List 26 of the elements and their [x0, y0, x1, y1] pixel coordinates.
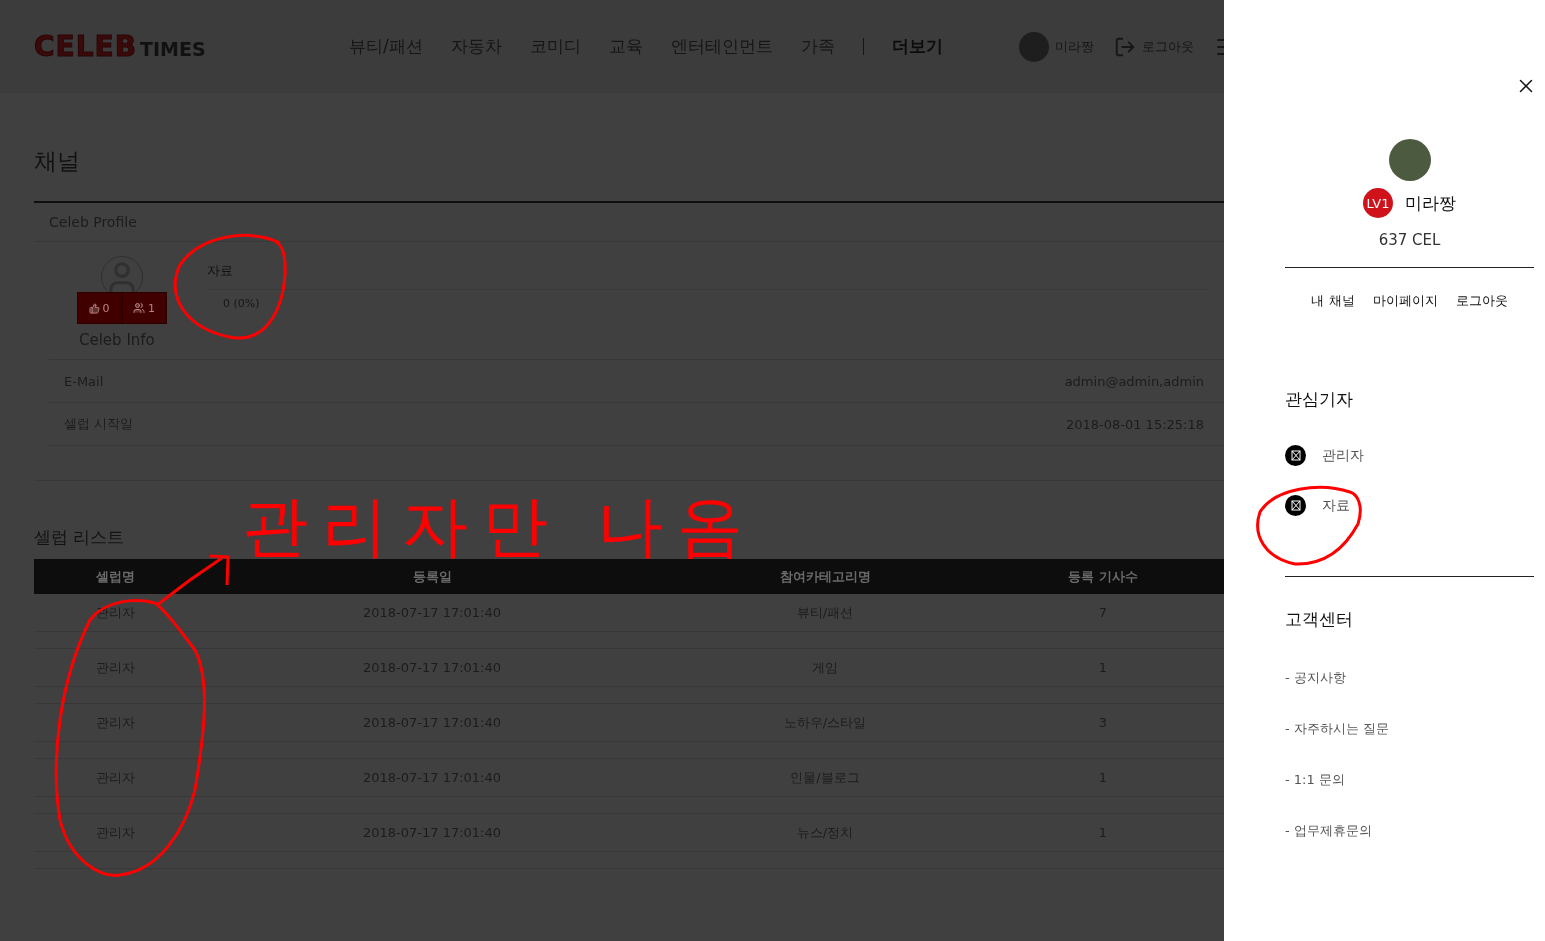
column-header: 등록일: [411, 567, 453, 586]
account-link[interactable]: 내 채널: [1311, 292, 1355, 310]
followers-badge: 1: [121, 292, 167, 324]
section-title: 관심기자: [1285, 388, 1354, 411]
x-box-icon: [1285, 445, 1306, 466]
column-header: 참여카테고리명: [778, 567, 872, 586]
x-box-icon: [1285, 495, 1306, 516]
handwritten-note: 관리자만 나옴: [242, 494, 757, 560]
support-link[interactable]: - 자주하시는 질문: [1285, 720, 1534, 738]
points-text: 637 CEL: [1285, 231, 1534, 268]
support-link[interactable]: - 공지사항: [1285, 669, 1534, 687]
support-link[interactable]: - 업무제휴문의: [1285, 822, 1534, 840]
logout-icon[interactable]: [1114, 35, 1136, 58]
support-link[interactable]: - 1:1 문의: [1285, 771, 1534, 789]
section-title: 고객센터: [1285, 608, 1354, 631]
account-link[interactable]: 로그아웃: [1455, 292, 1508, 310]
column-header: 셀럽명: [94, 567, 136, 586]
column-header: 등록 기사수: [1067, 567, 1139, 586]
user-name: 미라짱: [1405, 191, 1456, 215]
favorite-reporter[interactable]: 관리자: [1322, 446, 1364, 465]
level-badge: LV1: [1363, 188, 1393, 218]
account-link[interactable]: 마이페이지: [1372, 292, 1438, 310]
avatar-photo: [1388, 139, 1431, 181]
favorite-reporter[interactable]: 자료: [1322, 496, 1350, 515]
likes-badge: 0: [76, 292, 122, 324]
user-avatar: [1019, 31, 1049, 62]
